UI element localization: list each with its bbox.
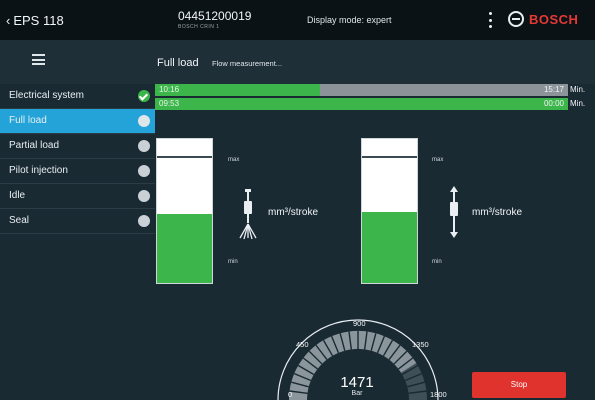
timer-unit: Min. xyxy=(570,99,586,108)
top-bar: ‹ EPS 118 04451200019 BOSCH CRIN 1 Displ… xyxy=(0,0,595,40)
device-subtitle: BOSCH CRIN 1 xyxy=(178,24,220,30)
step-pilot-injection[interactable]: Pilot injection xyxy=(0,159,155,184)
sub-header: Full load Flow measurement... xyxy=(0,40,595,84)
chevron-left-icon: ‹ xyxy=(6,13,11,28)
step-seal[interactable]: Seal xyxy=(0,209,155,234)
step-partial-load[interactable]: Partial load xyxy=(0,134,155,159)
status-dot-icon xyxy=(138,190,150,202)
timer-bar-1: 10:16 15:17 xyxy=(155,84,568,96)
flow-gauge-2 xyxy=(361,138,418,284)
flow-level-2 xyxy=(362,212,417,283)
gauge-max-label: max xyxy=(228,157,240,163)
gauge-max-label: max xyxy=(432,157,444,163)
timer-unit: Min. xyxy=(570,85,586,94)
timer-fill xyxy=(155,84,321,96)
device-id: 04451200019 BOSCH CRIN 1 xyxy=(178,9,251,30)
dial-tick-1350: 1350 xyxy=(412,340,429,349)
dial-tick-450: 450 xyxy=(296,340,309,349)
step-label: Full load xyxy=(9,115,47,126)
dial-tick-1800: 1800 xyxy=(430,390,447,399)
back-label: EPS 118 xyxy=(13,13,64,28)
dial-tick-900: 900 xyxy=(353,319,366,328)
status-dot-icon xyxy=(138,215,150,227)
max-mark xyxy=(157,156,212,158)
pressure-unit: Bar xyxy=(351,390,363,397)
timer-fill xyxy=(155,98,568,110)
status-dot-icon xyxy=(138,140,150,152)
injector-return-icon xyxy=(450,186,458,238)
timer-elapsed: 10:16 xyxy=(159,85,180,94)
step-idle[interactable]: Idle xyxy=(0,184,155,209)
step-label: Idle xyxy=(9,190,26,201)
back-button[interactable]: ‹ EPS 118 xyxy=(6,13,64,28)
brand-logo: BOSCH xyxy=(508,11,578,27)
check-circle-icon xyxy=(138,90,150,102)
status-dot-icon xyxy=(138,165,150,177)
page-title: Full load xyxy=(157,57,199,69)
test-step-list: Electrical system Full load Partial load… xyxy=(0,84,155,234)
gauge-unit: mm³/stroke xyxy=(268,207,318,218)
dial-tick-0: 0 xyxy=(288,390,293,399)
step-label: Partial load xyxy=(9,140,60,151)
stop-button[interactable]: Stop xyxy=(472,372,566,398)
timer-bar-2: 09:53 00:00 xyxy=(155,98,568,110)
menu-icon[interactable] xyxy=(32,54,45,65)
flow-gauge-1 xyxy=(156,138,213,284)
gauge-unit: mm³/stroke xyxy=(472,207,522,218)
gauge-min-label: min xyxy=(228,259,238,265)
step-label: Pilot injection xyxy=(9,165,68,176)
status-dot-icon xyxy=(138,115,150,127)
bosch-armature-icon xyxy=(508,11,524,27)
stop-label: Stop xyxy=(510,380,528,389)
timer-remaining: 15:17 xyxy=(543,85,564,94)
injector-spray-icon xyxy=(239,189,257,240)
timer-elapsed: 09:53 xyxy=(159,99,180,108)
device-number: 04451200019 xyxy=(178,9,252,23)
step-label: Seal xyxy=(9,215,30,226)
timer-remaining: 00:00 xyxy=(543,99,564,108)
gauge-min-label: min xyxy=(432,259,442,265)
brand-name: BOSCH xyxy=(529,11,579,27)
pressure-value: 1471 xyxy=(340,374,374,391)
flow-level-1 xyxy=(157,213,212,283)
step-full-load[interactable]: Full load xyxy=(0,109,155,134)
max-mark xyxy=(362,156,417,158)
display-mode[interactable]: Display mode: expert xyxy=(307,15,392,25)
step-label: Electrical system xyxy=(9,90,85,101)
step-electrical-system[interactable]: Electrical system xyxy=(0,84,155,109)
more-menu-icon[interactable] xyxy=(487,12,493,28)
page-subtitle: Flow measurement... xyxy=(212,59,283,68)
